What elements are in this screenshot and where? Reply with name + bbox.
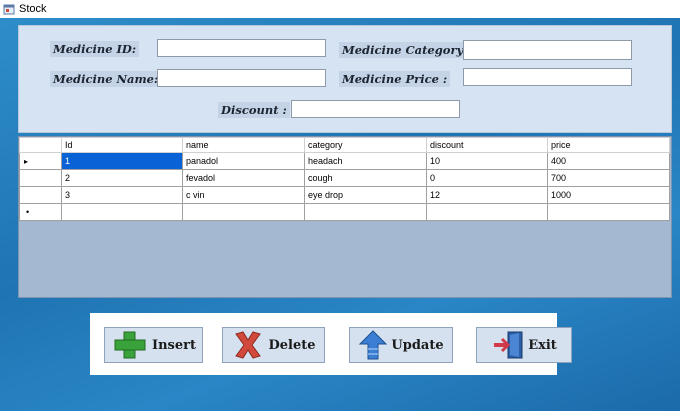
table-row[interactable]: 3 c vin eye drop 12 1000 <box>19 186 670 204</box>
row-selector[interactable] <box>19 186 62 204</box>
medicine-category-label: Medicine Category: <box>339 42 471 58</box>
plus-icon <box>114 331 146 359</box>
table-cell[interactable]: c vin <box>182 186 305 204</box>
app-window-icon <box>3 4 15 15</box>
table-cell[interactable]: 10 <box>426 152 548 170</box>
table-cell[interactable]: 12 <box>426 186 548 204</box>
table-cell[interactable]: 400 <box>547 152 670 170</box>
medicine-id-label: Medicine ID: <box>50 41 140 57</box>
up-arrow-icon <box>359 330 388 360</box>
medicine-category-input[interactable] <box>463 40 632 60</box>
table-cell[interactable]: panadol <box>182 152 305 170</box>
medicine-id-input[interactable] <box>157 39 326 57</box>
table-cell[interactable]: fevadol <box>182 169 305 187</box>
medicine-price-input[interactable] <box>463 68 632 86</box>
table-cell[interactable] <box>61 203 183 221</box>
delete-button[interactable]: Delete <box>222 327 325 363</box>
row-selector-new[interactable]: • <box>19 203 62 221</box>
discount-label: Discount : <box>218 102 290 118</box>
table-cell[interactable]: 0 <box>426 169 548 187</box>
table-cell[interactable] <box>547 203 670 221</box>
action-buttons-panel: Insert Delete Update Exit <box>90 313 572 375</box>
medicine-price-label: Medicine Price : <box>339 71 451 87</box>
door-exit-icon <box>494 331 523 359</box>
table-cell[interactable]: 3 <box>61 186 183 204</box>
row-header-corner <box>19 137 62 153</box>
update-button-label: Update <box>391 337 444 353</box>
column-header-name[interactable]: name <box>182 137 305 153</box>
table-cell[interactable]: 700 <box>547 169 670 187</box>
table-cell[interactable] <box>304 203 427 221</box>
table-cell[interactable] <box>426 203 548 221</box>
update-button[interactable]: Update <box>349 327 453 363</box>
medicine-name-input[interactable] <box>157 69 326 87</box>
insert-button-label: Insert <box>152 337 196 353</box>
column-header-price[interactable]: price <box>547 137 670 153</box>
column-header-category[interactable]: category <box>304 137 427 153</box>
exit-button[interactable]: Exit <box>476 327 572 363</box>
column-header-discount[interactable]: discount <box>426 137 548 153</box>
table-cell[interactable]: cough <box>304 169 427 187</box>
row-selector[interactable] <box>19 169 62 187</box>
table-row[interactable]: ▸ 1 panadol headach 10 400 <box>19 152 670 170</box>
window-title: Stock <box>19 3 47 15</box>
medicine-grid[interactable]: Id name category discount price ▸ 1 pana… <box>18 136 672 298</box>
delete-button-label: Delete <box>268 337 316 353</box>
row-selector-current[interactable]: ▸ <box>19 152 62 170</box>
medicine-form: Medicine ID: Medicine Category: Medicine… <box>18 25 672 133</box>
title-bar: Stock <box>0 0 680 18</box>
table-new-row[interactable]: • <box>19 203 670 221</box>
insert-button[interactable]: Insert <box>104 327 203 363</box>
exit-button-label: Exit <box>528 337 557 353</box>
discount-input[interactable] <box>291 100 460 118</box>
x-icon <box>235 331 262 359</box>
table-row[interactable]: 2 fevadol cough 0 700 <box>19 169 670 187</box>
table-cell[interactable]: 1 <box>61 152 183 170</box>
table-cell[interactable]: 2 <box>61 169 183 187</box>
table-cell[interactable]: eye drop <box>304 186 427 204</box>
table-cell[interactable]: headach <box>304 152 427 170</box>
medicine-name-label: Medicine Name: <box>50 71 162 87</box>
table-cell[interactable] <box>182 203 305 221</box>
table-header-row: Id name category discount price <box>19 137 670 153</box>
column-header-id[interactable]: Id <box>61 137 183 153</box>
medicine-table: Id name category discount price ▸ 1 pana… <box>19 137 670 221</box>
table-cell[interactable]: 1000 <box>547 186 670 204</box>
